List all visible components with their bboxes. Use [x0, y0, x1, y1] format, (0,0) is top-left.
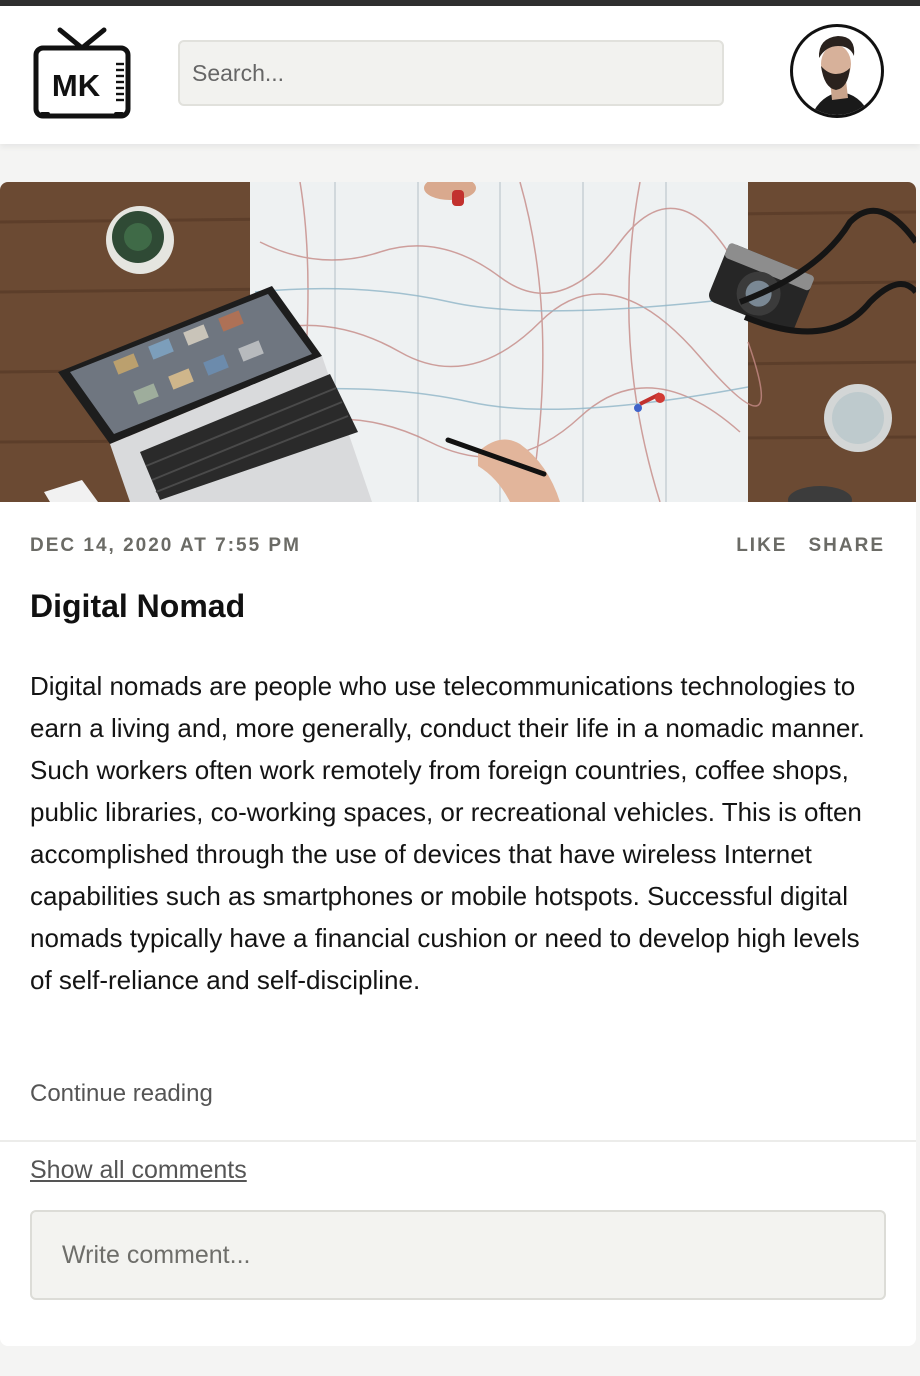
like-button[interactable]: LIKE [736, 535, 787, 557]
comment-input[interactable] [30, 1210, 886, 1300]
continue-reading-link[interactable]: Continue reading [30, 1080, 213, 1108]
post-title: Digital Nomad [30, 588, 246, 624]
comments-divider [0, 1140, 916, 1142]
post-actions: LIKE SHARE [736, 535, 885, 557]
tv-logo-icon[interactable]: MK [30, 24, 134, 122]
post-body: Digital nomads are people who use teleco… [30, 671, 865, 995]
logo-text: MK [52, 68, 101, 103]
user-avatar[interactable] [788, 22, 886, 120]
search-input[interactable] [178, 40, 724, 106]
post-hero-image [0, 182, 916, 502]
post-card: DEC 14, 2020 AT 7:55 PM LIKE SHARE Digit… [0, 182, 916, 1346]
site-header: MK [0, 6, 920, 144]
show-all-comments-link[interactable]: Show all comments [30, 1156, 247, 1185]
share-button[interactable]: SHARE [808, 535, 885, 557]
post-date: DEC 14, 2020 AT 7:55 PM [30, 535, 301, 556]
